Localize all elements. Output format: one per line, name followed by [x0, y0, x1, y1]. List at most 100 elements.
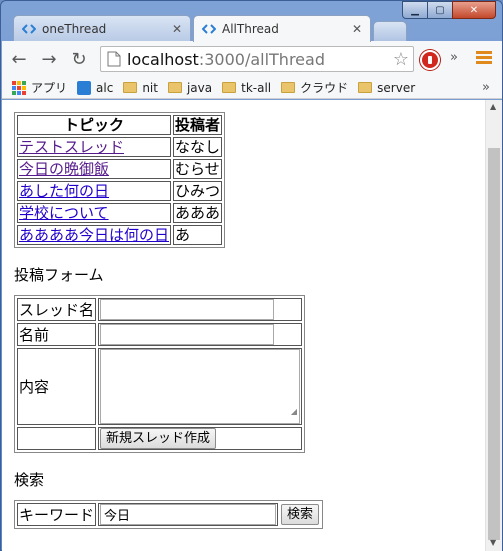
bookmark-label: tk-all: [241, 80, 272, 95]
table-row: 今日の晩御飯 むらせ: [17, 159, 223, 179]
page-content: トピック 投稿者 テストスレッド ななし 今日の晩御飯 むらせ あした何の日 ひみつ 学校に…: [14, 112, 324, 529]
search-form: キーワード 検索: [14, 500, 324, 529]
table-row: あした何の日 ひみつ: [17, 181, 223, 201]
content-textarea[interactable]: ◢: [100, 349, 301, 424]
bookmarks-bar: アプリ alc nit java tk-all クラウド server »: [2, 77, 502, 99]
url-path: :3000/allThread: [198, 49, 325, 69]
folder-icon: [358, 82, 373, 93]
bookmark-label: nit: [142, 80, 158, 95]
code-brackets-icon: [22, 23, 36, 34]
maximize-button[interactable]: ▢: [427, 1, 453, 19]
bookmark-star-icon[interactable]: ☆: [393, 49, 409, 70]
thread-table: トピック 投稿者 テストスレッド ななし 今日の晩御飯 むらせ あした何の日 ひみつ 学校に…: [14, 112, 226, 248]
form-row-submit: 新規スレッド作成: [17, 427, 303, 450]
vertical-scrollbar[interactable]: ▲ ▼: [485, 100, 502, 551]
bookmark-cloud[interactable]: クラウド: [281, 79, 348, 96]
bookmark-label: server: [377, 80, 416, 95]
bookmark-label: クラウド: [300, 81, 349, 95]
close-window-button[interactable]: ✕: [452, 1, 496, 19]
author-cell: ひみつ: [173, 181, 223, 201]
extensions-overflow-icon[interactable]: »: [450, 50, 458, 65]
page-icon: [107, 51, 121, 67]
bookmark-java[interactable]: java: [167, 80, 213, 95]
address-bar[interactable]: localhost:3000/allThread ☆: [100, 46, 414, 72]
thread-link[interactable]: テストスレッド: [19, 138, 124, 156]
thread-name-label: スレッド名: [17, 298, 97, 321]
thread-link[interactable]: ああああ今日は何の日: [19, 226, 169, 244]
bookmark-label: java: [186, 80, 213, 95]
browser-toolbar: ← → ↻ localhost:3000/allThread ☆ »: [2, 41, 502, 77]
tab-title: oneThread: [42, 21, 107, 36]
close-tab-icon[interactable]: ✕: [352, 22, 362, 36]
topic-cell: テストスレッド: [17, 137, 172, 157]
bookmarks-overflow-icon[interactable]: »: [482, 80, 490, 95]
tab-title: AllThread: [222, 22, 279, 36]
table-header-row: トピック 投稿者: [17, 115, 223, 135]
table-row: ああああ今日は何の日あ: [17, 225, 223, 245]
post-form: スレッド名 名前 内容 ◢ 新規スレッド作成: [14, 295, 306, 453]
name-label: 名前: [17, 323, 97, 346]
author-cell: むらせ: [173, 159, 223, 179]
table-row: 学校について あああ: [17, 203, 223, 223]
search-button[interactable]: 検索: [281, 504, 320, 525]
browser-window: ▁ ▢ ✕ oneThread ✕ AllThread ✕ ← → ↻ loca…: [0, 0, 503, 551]
form-row-thread-name: スレッド名: [17, 298, 303, 321]
url-text: localhost:3000/allThread: [127, 50, 393, 69]
forward-arrow-icon[interactable]: →: [36, 46, 62, 72]
url-host: localhost: [127, 49, 199, 69]
new-tab-button[interactable]: [373, 21, 407, 41]
author-cell: あああ: [173, 203, 223, 223]
topic-column-header: トピック: [17, 115, 172, 135]
topic-cell: ああああ今日は何の日: [17, 225, 172, 245]
author-cell: ななし: [173, 137, 223, 157]
form-row-content: 内容 ◢: [17, 348, 303, 425]
folder-icon: [222, 82, 237, 93]
topic-cell: 今日の晩御飯: [17, 159, 172, 179]
author-cell: あ: [173, 225, 223, 245]
reload-icon[interactable]: ↻: [66, 46, 92, 72]
form-row-name: 名前: [17, 323, 303, 346]
topic-cell: 学校について: [17, 203, 172, 223]
search-title: 検索: [14, 471, 45, 489]
bookmark-server[interactable]: server: [358, 81, 415, 95]
name-input[interactable]: [100, 324, 275, 345]
bookmark-tk-all[interactable]: tk-all: [222, 81, 271, 95]
folder-icon: [167, 82, 182, 93]
search-row: キーワード 検索: [17, 503, 320, 526]
close-tab-icon[interactable]: ✕: [172, 22, 182, 36]
stop-extension-icon[interactable]: [420, 50, 440, 70]
content-label: 内容: [17, 348, 97, 425]
tab-allthread[interactable]: AllThread ✕: [193, 15, 371, 42]
scroll-thumb[interactable]: [488, 148, 500, 540]
resize-grip-icon[interactable]: ◢: [291, 403, 297, 421]
page-viewport: トピック 投稿者 テストスレッド ななし 今日の晩御飯 むらせ あした何の日 ひみつ 学校に…: [2, 100, 502, 551]
keyword-label: キーワード: [17, 503, 97, 526]
thread-link[interactable]: あした何の日: [19, 182, 109, 200]
tab-strip: oneThread ✕ AllThread ✕: [9, 15, 429, 42]
bookmark-label: アプリ: [31, 81, 68, 95]
back-arrow-icon[interactable]: ←: [6, 46, 32, 72]
create-thread-button[interactable]: 新規スレッド作成: [100, 428, 217, 449]
folder-icon: [123, 82, 138, 93]
bookmark-apps[interactable]: アプリ: [12, 79, 67, 96]
bookmark-nit[interactable]: nit: [123, 81, 158, 95]
author-column-header: 投稿者: [173, 115, 223, 135]
scroll-up-icon[interactable]: ▲: [490, 102, 496, 111]
menu-icon[interactable]: [476, 49, 492, 67]
bookmark-label: alc: [96, 80, 114, 95]
empty-cell: [17, 427, 97, 450]
apps-icon: [12, 80, 26, 95]
code-brackets-icon: [202, 24, 216, 34]
thread-link[interactable]: 学校について: [19, 204, 109, 222]
alc-icon: [77, 80, 92, 95]
scroll-down-icon[interactable]: ▼: [490, 538, 496, 547]
post-form-title: 投稿フォーム: [14, 266, 104, 284]
thread-name-input[interactable]: [100, 299, 275, 320]
thread-link[interactable]: 今日の晩御飯: [19, 160, 109, 178]
folder-icon: [281, 82, 296, 93]
table-row: テストスレッド ななし: [17, 137, 223, 157]
keyword-input[interactable]: [100, 504, 277, 525]
bookmark-alc[interactable]: alc: [77, 80, 114, 95]
tab-onethread[interactable]: oneThread ✕: [13, 15, 191, 41]
topic-cell: あした何の日: [17, 181, 172, 201]
